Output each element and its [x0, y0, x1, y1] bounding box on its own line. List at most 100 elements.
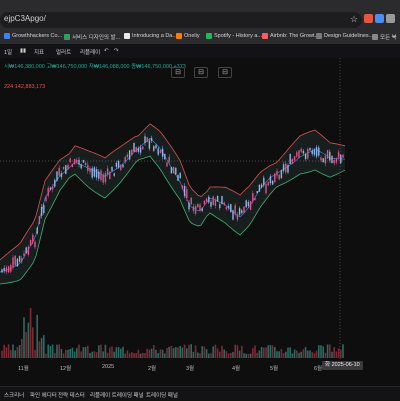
volume-bar [58, 344, 60, 358]
candle-body [34, 241, 36, 248]
bottom-panel-tab[interactable]: 스크리너 [4, 391, 24, 399]
volume-bar [12, 344, 14, 358]
candle-body [1, 269, 3, 273]
candle-body [293, 156, 296, 161]
volume-bar [289, 347, 291, 358]
volume-bar [181, 347, 184, 358]
volume-bar [232, 352, 234, 358]
candle-body [80, 164, 82, 169]
candle-body [329, 151, 331, 161]
volume-bar [293, 349, 296, 358]
candle-body [247, 202, 250, 206]
volume-bar [318, 345, 320, 358]
candle-body [271, 180, 274, 185]
volume-bar [144, 353, 146, 358]
candle-body [84, 162, 87, 165]
volume-bar [69, 349, 71, 358]
bottom-panel-tab[interactable]: 전략 테스터 [58, 391, 85, 399]
candle-body [249, 201, 252, 210]
candle-body [188, 202, 190, 210]
volume-bar [236, 345, 239, 358]
time-axis-label: 5월 [270, 366, 279, 372]
volume-bar [342, 344, 344, 358]
candle-body [148, 140, 151, 149]
candle-body [115, 163, 118, 167]
candle-body [210, 201, 212, 207]
volume-bar [146, 348, 148, 358]
volume-bar [25, 332, 27, 358]
candle-body [126, 154, 129, 158]
candle-body [223, 202, 225, 205]
volume-bar [157, 353, 159, 358]
volume-bar [291, 353, 294, 358]
volume-bar [304, 346, 307, 358]
volume-bar [40, 338, 43, 358]
volume-bar [274, 347, 276, 358]
volume-bar [36, 314, 38, 358]
volume-bar [51, 344, 54, 358]
candle-body [267, 182, 269, 186]
volume-bar [148, 349, 151, 358]
candle-body [104, 173, 107, 183]
time-axis-label: 2025 [102, 364, 115, 370]
volume-bar [278, 351, 280, 358]
volume-bar [135, 353, 137, 358]
candle-body [287, 165, 289, 173]
volume-bar [115, 347, 118, 358]
candle-body [265, 184, 267, 194]
volume-bar [183, 344, 186, 358]
candle-body [51, 186, 54, 190]
candle-body [43, 205, 45, 214]
volume-bar [287, 347, 289, 358]
volume-bar [159, 349, 162, 358]
candle-body [166, 162, 168, 167]
volume-bar [221, 345, 223, 358]
candle-body [150, 137, 153, 141]
volume-bar [73, 351, 76, 358]
volume-bar [71, 347, 74, 358]
volume-bar [219, 351, 221, 358]
candle-body [208, 196, 210, 203]
candle-body [95, 169, 98, 178]
volume-bar [302, 349, 305, 358]
candle-body [69, 158, 71, 163]
candle-body [230, 204, 232, 213]
volume-bar [14, 350, 16, 358]
volume-bar [98, 345, 100, 358]
candle-body [190, 197, 192, 205]
time-axis-label: 12월 [60, 366, 72, 372]
candle-body [194, 206, 197, 214]
volume-bar [89, 352, 91, 358]
candle-body [320, 157, 322, 161]
candle-body [67, 164, 69, 169]
volume-bar [230, 352, 232, 358]
volume-bar [60, 349, 63, 358]
candle-body [73, 159, 76, 165]
bottom-panel-tab[interactable]: 트레이딩 패널 [146, 391, 178, 399]
candle-body [252, 193, 254, 202]
candle-body [36, 227, 38, 234]
candle-body [102, 174, 104, 183]
bottom-panel-tab[interactable]: 리플레이 트레이딩 패널 [90, 391, 144, 399]
candle-body [113, 173, 115, 176]
candle-body [172, 167, 175, 173]
bottom-panel-tab[interactable]: 파인 에디터 [30, 391, 57, 399]
volume-bar [82, 347, 85, 358]
volume-bar [62, 353, 65, 358]
candle-body [263, 177, 265, 186]
volume-bar [210, 353, 212, 358]
candle-body [289, 154, 291, 164]
volume-bar [225, 351, 228, 358]
price-chart [0, 58, 346, 362]
volume-bar [23, 317, 25, 358]
volume-bar [137, 349, 140, 358]
volume-bar [192, 351, 195, 358]
volume-bar [201, 346, 203, 358]
candle-body [100, 170, 102, 181]
candle-body [280, 170, 283, 179]
volume-bar [142, 352, 144, 358]
candle-body [183, 186, 186, 196]
candle-body [47, 188, 49, 196]
volume-bar [324, 352, 327, 358]
volume-bar [212, 346, 214, 358]
